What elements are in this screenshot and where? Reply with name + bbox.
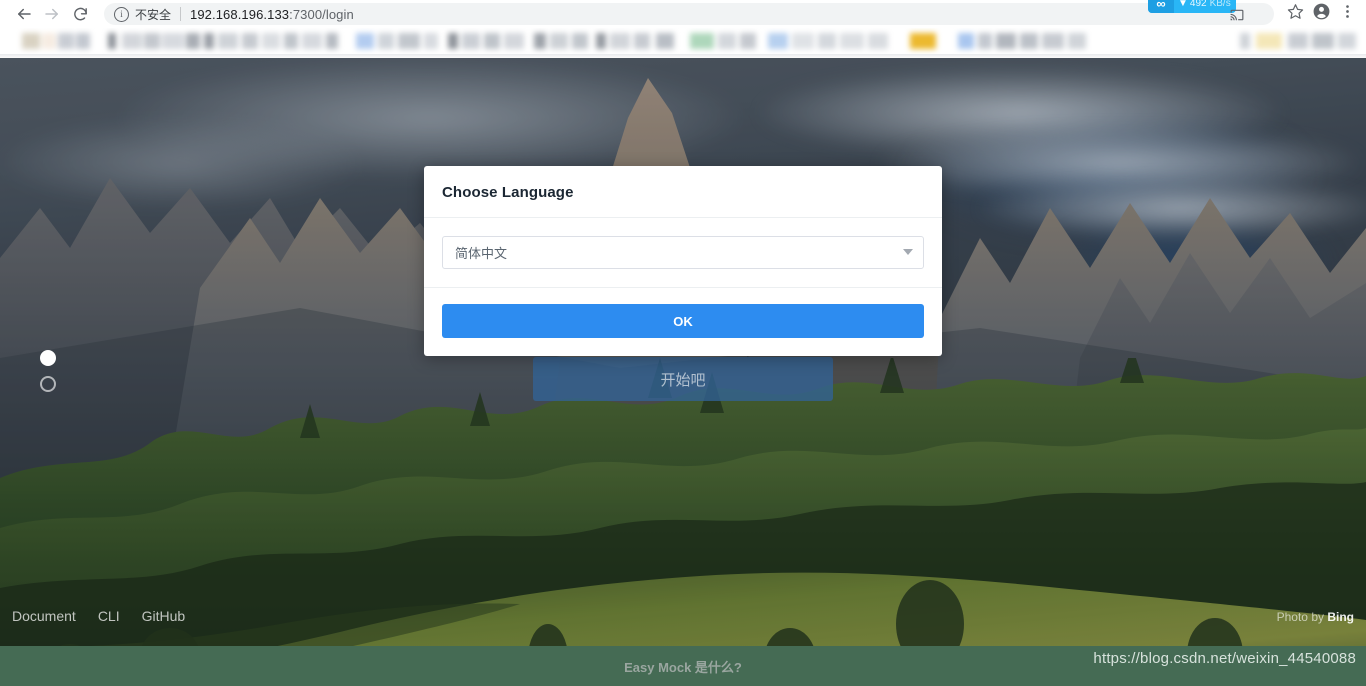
bookmark-item[interactable]: [1042, 33, 1064, 49]
bookmark-item[interactable]: [1312, 33, 1334, 49]
language-select-wrapper: 简体中文: [442, 236, 924, 269]
bookmark-item[interactable]: [690, 33, 714, 49]
bookmark-item[interactable]: [596, 33, 606, 49]
cast-icon[interactable]: [1230, 8, 1244, 27]
bookmark-item[interactable]: [868, 33, 888, 49]
netspeed-arrow-icon: ▼: [1178, 0, 1188, 9]
bookmark-item[interactable]: [910, 33, 936, 49]
arrow-right-icon: [43, 5, 61, 23]
reload-icon: [72, 6, 89, 23]
dialog-footer: OK: [424, 288, 942, 356]
chevron-down-icon[interactable]: [903, 249, 913, 255]
forward-button[interactable]: [38, 0, 66, 28]
dialog-body: 简体中文: [424, 218, 942, 288]
dialog-title: Choose Language: [442, 184, 574, 201]
language-select-value: 简体中文: [455, 246, 508, 261]
url-host: 192.168.196.133: [190, 6, 290, 22]
bookmark-item[interactable]: [42, 33, 56, 49]
star-icon: [1287, 3, 1304, 25]
bookmark-item[interactable]: [58, 33, 74, 49]
bookmark-item[interactable]: [550, 33, 568, 49]
bookmark-item[interactable]: [356, 33, 374, 49]
bookmark-item[interactable]: [1020, 33, 1038, 49]
bookmark-item[interactable]: [792, 33, 814, 49]
reload-button[interactable]: [66, 0, 94, 28]
arrow-left-icon: [15, 5, 33, 23]
omnibox-divider: [180, 7, 182, 21]
bookmark-item[interactable]: [1256, 33, 1282, 49]
bookmark-item[interactable]: [302, 33, 322, 49]
bookmark-item[interactable]: [610, 33, 630, 49]
netspeed-unit: KB/s: [1209, 0, 1231, 9]
bookmark-item[interactable]: [284, 33, 298, 49]
bookmark-item[interactable]: [768, 33, 788, 49]
choose-language-dialog: Choose Language 简体中文 OK: [424, 166, 942, 356]
bookmark-chips-blurred: [0, 28, 1366, 54]
url-text: 192.168.196.133:7300/login: [190, 7, 354, 22]
three-dots-vertical-icon: [1339, 3, 1356, 25]
infinity-icon: ∞: [1148, 0, 1174, 13]
bookmark-item[interactable]: [1288, 33, 1308, 49]
browser-menu-button[interactable]: [1334, 1, 1360, 27]
browser-window: i 不安全 192.168.196.133:7300/login ∞ ▼ 492…: [0, 0, 1366, 686]
bookmark-item[interactable]: [504, 33, 524, 49]
bookmark-item[interactable]: [740, 33, 756, 49]
bookmark-item[interactable]: [122, 33, 142, 49]
bookmark-item[interactable]: [448, 33, 458, 49]
bookmark-item[interactable]: [108, 33, 116, 49]
network-speed-widget[interactable]: ∞ ▼ 492 KB/s: [1148, 0, 1236, 13]
ok-button[interactable]: OK: [442, 304, 924, 338]
dialog-header: Choose Language: [424, 166, 942, 218]
info-circle-icon[interactable]: i: [114, 6, 129, 22]
bookmark-star-button[interactable]: [1282, 1, 1308, 27]
address-bar[interactable]: i 不安全 192.168.196.133:7300/login: [104, 3, 1274, 25]
modal-overlay: Choose Language 简体中文 OK: [0, 58, 1366, 686]
back-button[interactable]: [10, 0, 38, 28]
bookmark-item[interactable]: [840, 33, 864, 49]
bookmark-item[interactable]: [242, 33, 258, 49]
bookmark-item[interactable]: [462, 33, 480, 49]
bookmark-item[interactable]: [978, 33, 992, 49]
login-page: 开始吧 Document CLI GitHub Photo by Bing Ea…: [0, 58, 1366, 686]
bookmark-item[interactable]: [718, 33, 736, 49]
bookmark-item[interactable]: [572, 33, 588, 49]
bookmark-item[interactable]: [534, 33, 546, 49]
bookmark-item[interactable]: [656, 33, 674, 49]
bookmark-item[interactable]: [162, 33, 184, 49]
bookmark-item[interactable]: [262, 33, 280, 49]
account-circle-icon: [1312, 2, 1331, 26]
netspeed-value: 492: [1189, 0, 1207, 9]
bookmark-item[interactable]: [398, 33, 420, 49]
bookmark-item[interactable]: [204, 33, 214, 49]
language-select[interactable]: 简体中文: [442, 236, 924, 269]
bookmark-item[interactable]: [634, 33, 650, 49]
bookmark-item[interactable]: [144, 33, 160, 49]
profile-button[interactable]: [1308, 1, 1334, 27]
bookmark-item[interactable]: [1240, 33, 1250, 49]
bookmark-item[interactable]: [1068, 33, 1086, 49]
bookmark-item[interactable]: [996, 33, 1016, 49]
bookmark-item[interactable]: [958, 33, 974, 49]
bookmark-item[interactable]: [424, 33, 438, 49]
bookmarks-bar[interactable]: [0, 28, 1366, 58]
bookmark-item[interactable]: [1338, 33, 1356, 49]
bookmark-item[interactable]: [484, 33, 500, 49]
bookmark-item[interactable]: [76, 33, 90, 49]
bookmark-item[interactable]: [326, 33, 338, 49]
bookmark-item[interactable]: [818, 33, 836, 49]
bookmark-item[interactable]: [378, 33, 394, 49]
bookmark-item[interactable]: [218, 33, 238, 49]
bookmark-item[interactable]: [186, 33, 200, 49]
bookmark-item[interactable]: [22, 33, 40, 49]
url-path: :7300/login: [289, 6, 354, 22]
security-label: 不安全: [135, 7, 172, 22]
